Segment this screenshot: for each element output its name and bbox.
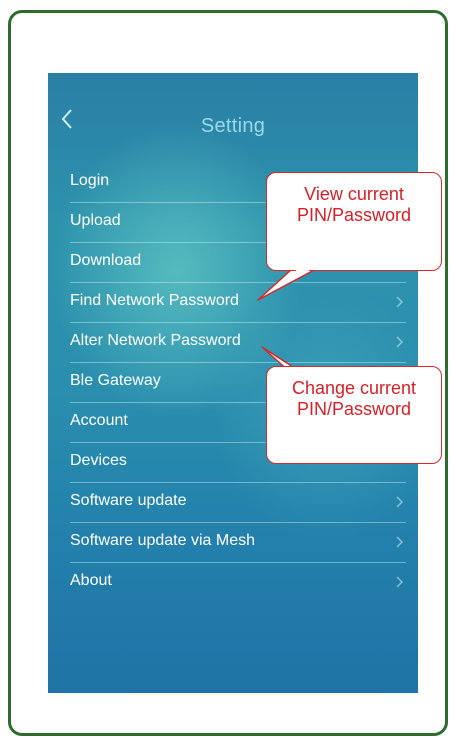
chevron-right-icon (394, 574, 404, 590)
menu-item-find-network-password[interactable]: Find Network Password (70, 283, 406, 323)
page-title: Setting (200, 115, 266, 137)
callout-line: View current (304, 184, 404, 204)
callout-line: Change current (291, 378, 417, 398)
chevron-right-icon (394, 494, 404, 510)
chevron-right-icon (394, 294, 404, 310)
chevron-right-icon (394, 534, 404, 550)
menu-item-label: Account (70, 412, 128, 429)
menu-item-label: Login (70, 172, 110, 189)
menu-item-label: Upload (70, 212, 121, 229)
menu-item-label: Devices (70, 452, 127, 469)
callout-view-pin: View current PIN/Password (266, 172, 442, 271)
menu-item-label: Download (70, 252, 142, 269)
chevron-right-icon (394, 334, 404, 350)
menu-item-about[interactable]: About (70, 563, 406, 603)
menu-item-label: Alter Network Password (70, 332, 241, 349)
menu-item-label: About (70, 572, 112, 589)
menu-item-alter-network-password[interactable]: Alter Network Password (70, 323, 406, 363)
menu-item-label: Software update via Mesh (70, 532, 255, 549)
callout-line: PIN/Password (296, 399, 412, 419)
app-header: Setting (48, 73, 418, 163)
callout-change-pin: Change current PIN/Password (266, 366, 442, 464)
menu-item-software-update[interactable]: Software update (70, 483, 406, 523)
menu-item-label: Find Network Password (70, 292, 239, 309)
callout-line: PIN/Password (296, 205, 412, 225)
menu-item-label: Software update (70, 492, 187, 509)
menu-item-label: Ble Gateway (70, 372, 161, 389)
menu-item-software-update-via-mesh[interactable]: Software update via Mesh (70, 523, 406, 563)
